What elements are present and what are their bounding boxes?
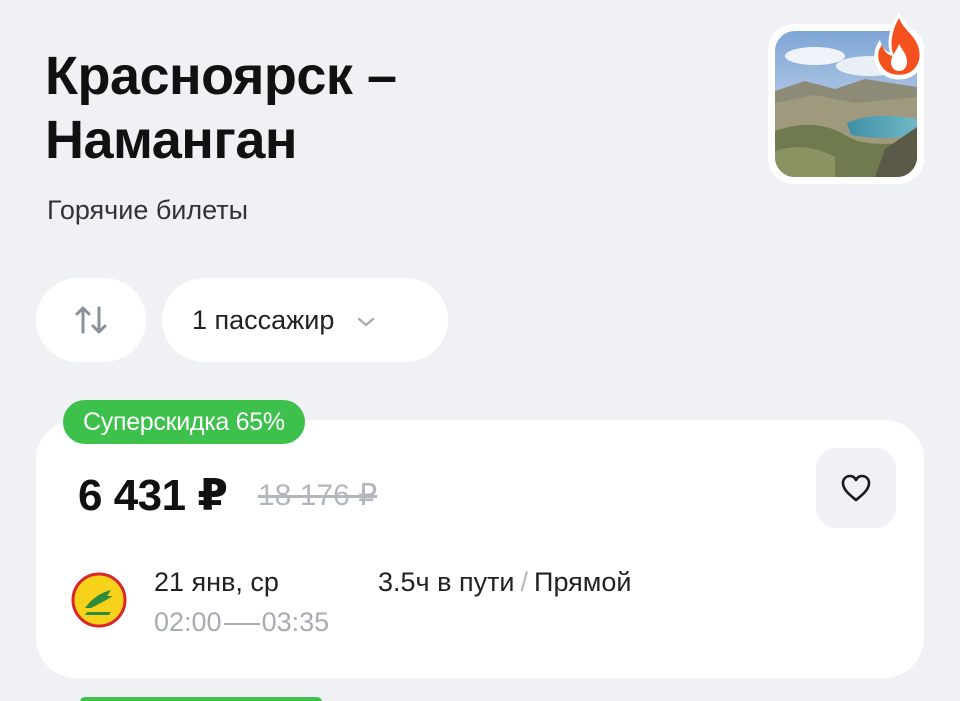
route-info: 3.5ч в пути / Прямой [378, 564, 631, 600]
fire-icon [874, 12, 924, 80]
swap-direction-button[interactable] [36, 278, 146, 362]
title-destination: Наманган [45, 110, 298, 170]
departure-time: 02:00 [154, 607, 222, 637]
passengers-label: 1 пассажир [192, 304, 335, 335]
passengers-selector[interactable]: 1 пассажир [162, 278, 448, 362]
flight-type: Прямой [534, 567, 632, 597]
flight-date: 21 янв, ср [154, 567, 279, 597]
discount-badge: Суперскидка 65% [63, 400, 305, 444]
page-title: Красноярск – Наманган [45, 44, 685, 172]
arrival-time: 03:35 [261, 607, 330, 637]
old-price: 18 176 ₽ [258, 479, 378, 512]
flight-times: 02:00 03:35 [154, 604, 329, 640]
chevron-down-icon [358, 317, 375, 327]
favorite-button[interactable] [816, 448, 896, 528]
page-subtitle: Горячие билеты [47, 195, 249, 225]
flight-duration: 3.5ч в пути [378, 567, 515, 597]
ticket-price: 6 431 ₽ [78, 471, 228, 520]
title-origin: Красноярск – [45, 46, 397, 106]
route-separator: / [520, 567, 529, 597]
heart-icon [841, 474, 871, 502]
swap-vertical-icon [75, 306, 107, 334]
airline-logo [71, 572, 127, 628]
next-card-badge [80, 697, 322, 701]
destination-image-card [768, 12, 924, 184]
time-divider [223, 623, 260, 625]
